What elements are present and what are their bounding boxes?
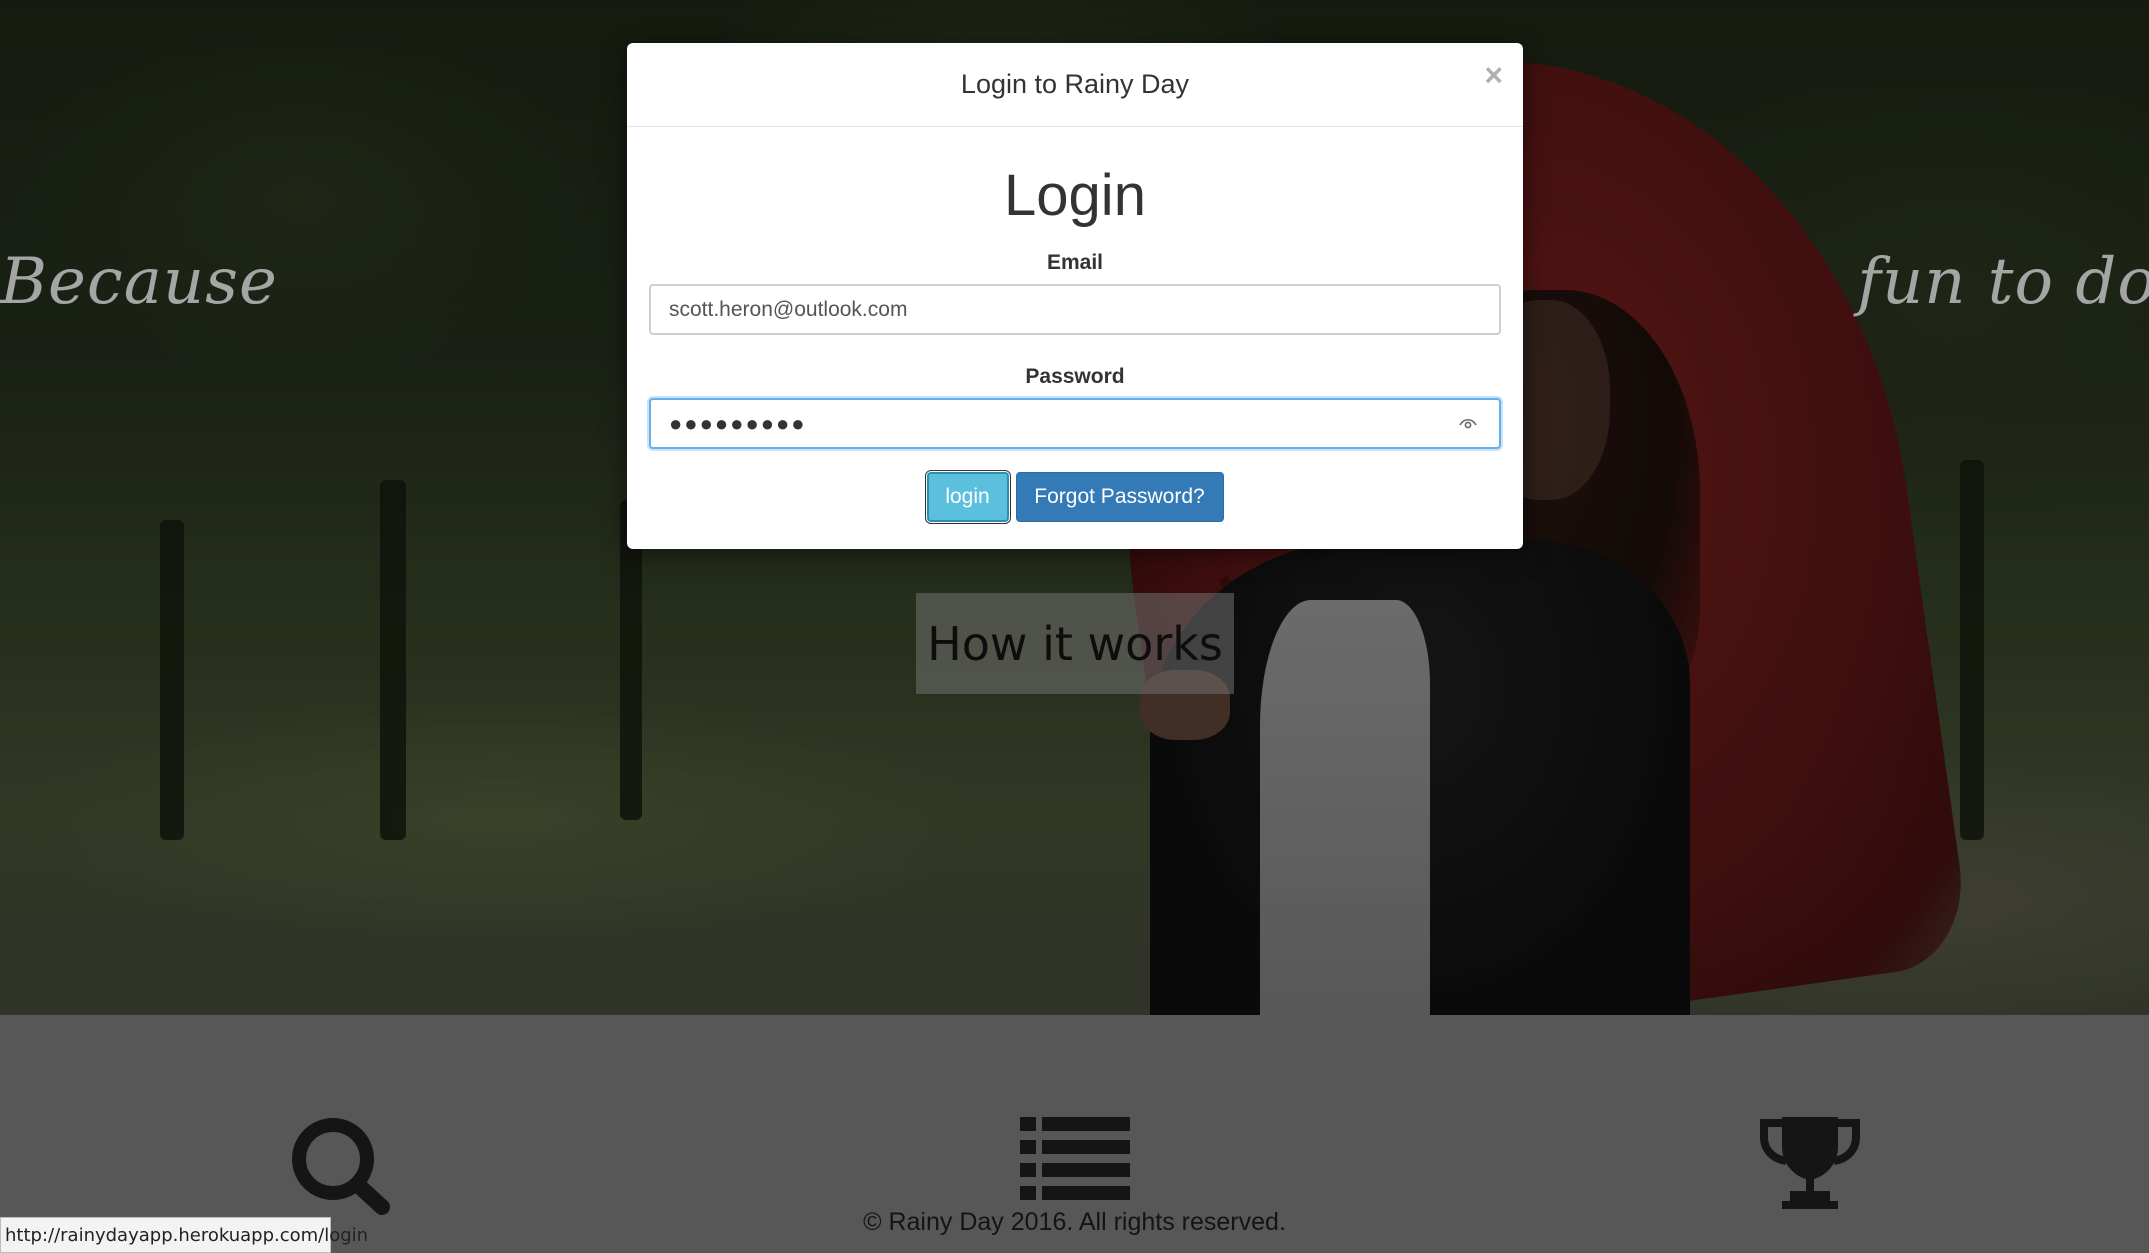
email-value: scott.heron@outlook.com: [669, 297, 908, 321]
forgot-password-button[interactable]: Forgot Password?: [1015, 472, 1224, 522]
button-row: login Forgot Password?: [649, 470, 1501, 524]
email-label: Email: [1046, 251, 1104, 274]
login-modal: Login to Rainy Day × Login Email scott.h…: [627, 43, 1523, 549]
login-button[interactable]: login: [924, 470, 1011, 524]
password-label: Password: [1025, 365, 1125, 388]
page: Because fun to do How it works © Rainy D…: [0, 0, 2149, 1253]
login-heading: Login: [1004, 163, 1146, 228]
status-bar-url: http://rainydayapp.herokuapp.com/login: [0, 1217, 368, 1253]
password-field[interactable]: ●●●●●●●●●: [649, 398, 1501, 449]
modal-body: Login Email scott.heron@outlook.com Pass…: [627, 163, 1523, 524]
email-field[interactable]: scott.heron@outlook.com: [649, 284, 1501, 335]
modal-header: Login to Rainy Day ×: [627, 43, 1523, 127]
show-password-icon[interactable]: [1459, 415, 1477, 433]
password-value: ●●●●●●●●●: [669, 410, 807, 436]
close-icon[interactable]: ×: [1484, 57, 1503, 94]
modal-title: Login to Rainy Day: [960, 69, 1190, 99]
